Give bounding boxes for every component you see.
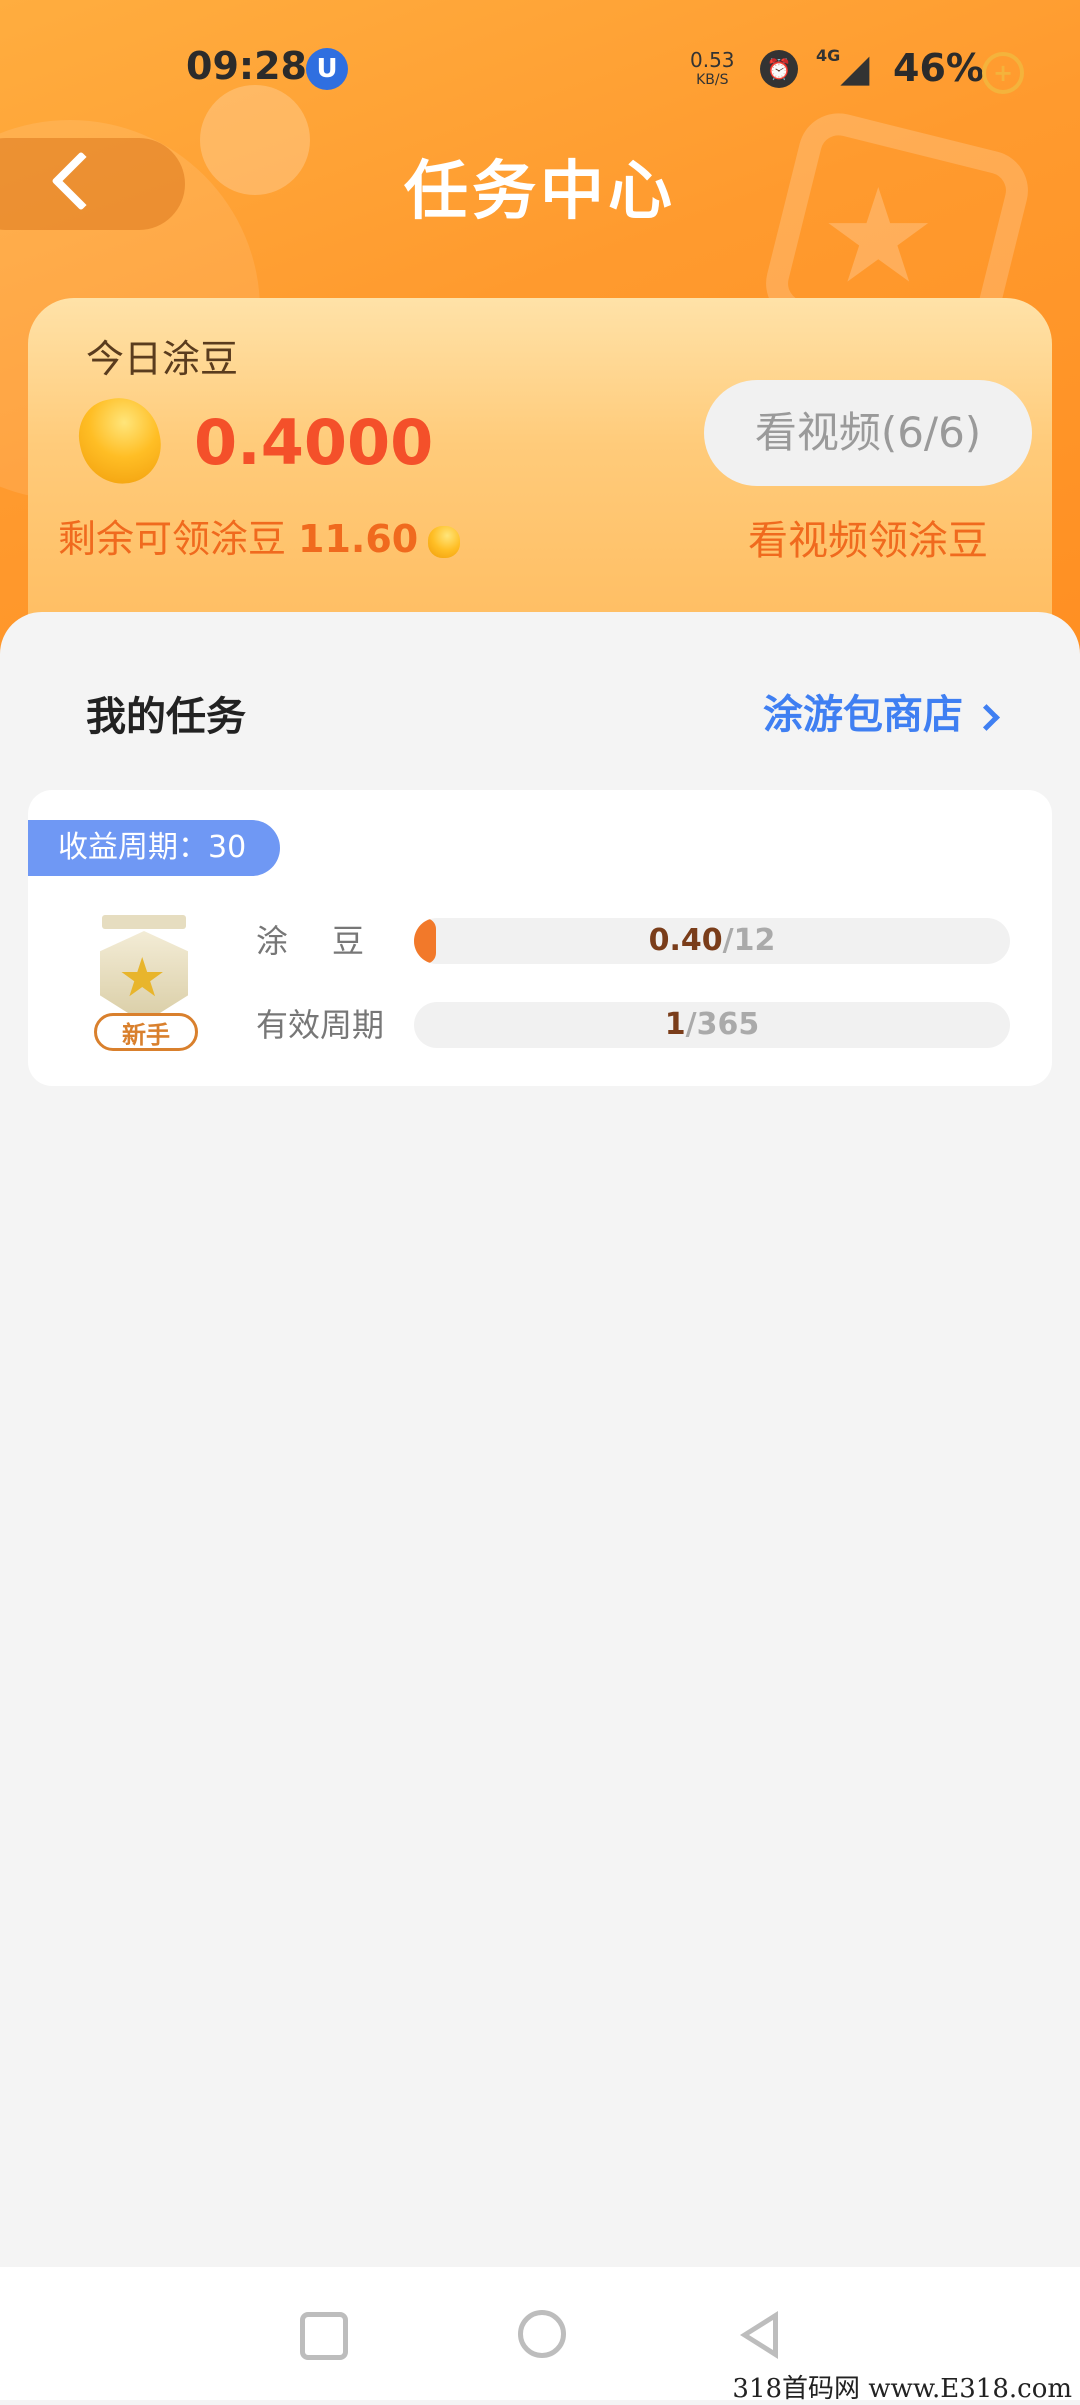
today-beans-label: 今日涂豆	[86, 337, 239, 381]
bean-progress-bar: 0.40/12	[414, 918, 1010, 964]
bean-icon	[71, 390, 169, 492]
tasks-panel: 我的任务 涂游包商店 收益周期：30 ★ 新手 涂豆 0.40/12 有效周期 …	[0, 612, 1080, 2267]
remaining-beans: 剩余可领涂豆 11.60	[58, 508, 461, 563]
cycle-progress-label: 有效周期	[256, 1006, 385, 1044]
medal-ribbon	[102, 915, 186, 929]
alarm-icon: ⏰	[760, 50, 798, 88]
watch-video-link[interactable]: 看视频领涂豆	[748, 508, 988, 566]
watch-video-button[interactable]: 看视频(6/6)	[704, 380, 1032, 486]
watermark: 318首码网 www.E318.com	[732, 2374, 1072, 2404]
medal-star-icon: ★	[118, 946, 167, 1009]
back-icon[interactable]	[740, 2311, 778, 2359]
shop-link-label: 涂游包商店	[763, 692, 963, 738]
remaining-beans-label: 剩余可领涂豆	[58, 517, 287, 561]
level-badge: 新手	[94, 1013, 198, 1051]
chevron-right-icon	[973, 703, 1000, 731]
cycle-progress-text: 1/365	[414, 1002, 1010, 1048]
today-beans-amount: 0.4000	[194, 406, 434, 479]
newbie-medal-icon: ★ 新手	[80, 915, 208, 1055]
signal-type: 4G	[816, 46, 841, 65]
network-speed: 0.53 KB/S	[690, 50, 735, 90]
shop-link[interactable]: 涂游包商店	[763, 682, 1000, 740]
battery-level: 46%	[893, 46, 984, 90]
home-icon[interactable]	[518, 2310, 566, 2358]
bean-progress-text: 0.40/12	[414, 918, 1010, 964]
battery-saver-icon: +	[982, 52, 1024, 94]
bean-progress-total: /12	[722, 923, 776, 958]
task-card[interactable]: 收益周期：30 ★ 新手 涂豆 0.40/12 有效周期 1/365	[28, 790, 1052, 1086]
cycle-progress-current: 1	[664, 1007, 686, 1042]
network-speed-value: 0.53	[690, 48, 735, 72]
bean-progress-label: 涂豆	[256, 922, 409, 960]
recent-apps-icon[interactable]	[300, 2312, 348, 2360]
my-tasks-title: 我的任务	[86, 694, 246, 740]
earning-period-tag: 收益周期：30	[28, 820, 281, 876]
remaining-beans-value: 11.60	[298, 517, 419, 561]
cycle-progress-bar: 1/365	[414, 1002, 1010, 1048]
bean-progress-current: 0.40	[648, 923, 723, 958]
signal-icon: 4G◢	[816, 46, 870, 90]
cycle-progress-total: /365	[685, 1007, 760, 1042]
app-notification-icon: U	[306, 48, 348, 90]
network-speed-unit: KB/S	[696, 72, 729, 88]
status-time: 09:28	[186, 44, 307, 88]
page-title: 任务中心	[404, 155, 676, 229]
status-bar: 09:28 U 0.53 KB/S ⏰ 4G◢ 46% +	[0, 0, 1080, 130]
small-bean-icon	[428, 525, 461, 558]
